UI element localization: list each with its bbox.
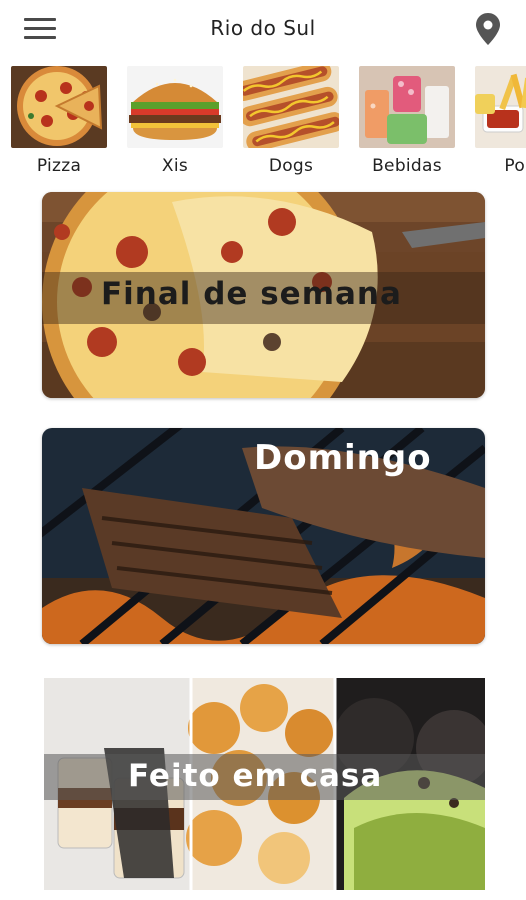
burger-image bbox=[127, 66, 223, 148]
category-porcoes[interactable]: Porç bbox=[475, 66, 526, 176]
banner-title: Final de semana bbox=[101, 276, 402, 312]
banner-domingo[interactable]: Domingo bbox=[42, 428, 485, 644]
location-pin-icon[interactable] bbox=[474, 12, 502, 46]
category-xis[interactable]: Xis bbox=[127, 66, 223, 176]
pizza-image bbox=[11, 66, 107, 148]
category-label: Xis bbox=[161, 156, 189, 176]
category-bebidas[interactable]: Bebidas bbox=[359, 66, 455, 176]
drinks-image bbox=[359, 66, 455, 148]
app-bar: Rio do Sul bbox=[0, 0, 526, 58]
portions-image bbox=[475, 66, 526, 148]
category-label: Dogs bbox=[268, 156, 314, 176]
banner-title: Feito em casa bbox=[128, 758, 383, 794]
banner-final-de-semana[interactable]: Final de semana bbox=[42, 192, 485, 398]
app-title: Rio do Sul bbox=[210, 16, 316, 40]
category-strip: Pizza Xis Dogs Bebidas Po bbox=[0, 66, 526, 184]
banner-title: Domingo bbox=[254, 438, 432, 478]
category-label: Bebidas bbox=[372, 156, 442, 176]
category-label: Pizza bbox=[36, 156, 82, 176]
category-dogs[interactable]: Dogs bbox=[243, 66, 339, 176]
category-label: Porç bbox=[504, 156, 526, 176]
hotdog-image bbox=[243, 66, 339, 148]
category-pizza[interactable]: Pizza bbox=[11, 66, 107, 176]
banner-feito-em-casa[interactable]: Feito em casa bbox=[44, 678, 485, 890]
